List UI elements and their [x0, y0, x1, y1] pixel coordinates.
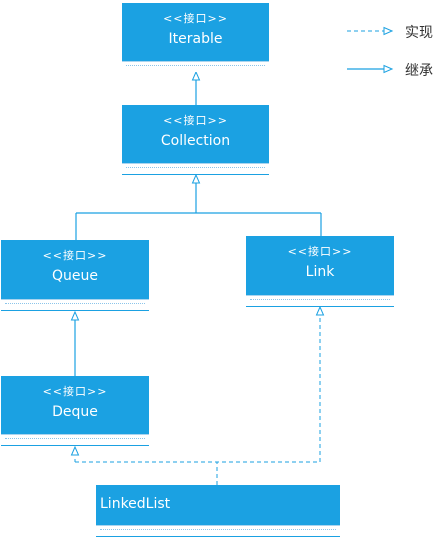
collection-name: Collection [160, 133, 231, 149]
deque-name: Deque [52, 404, 98, 420]
arrow-head-link [315, 305, 325, 316]
queue-name: Queue [52, 268, 98, 284]
arrow-head-iterable [191, 70, 201, 81]
link-name: Link [305, 264, 335, 280]
collection-members-compartment [122, 163, 269, 174]
linkedlist-members-compartment [96, 525, 340, 536]
collection-stereotype: <<接口>> [163, 114, 228, 127]
iterable-node: <<接口>> Iterable [122, 3, 269, 72]
iterable-name: Iterable [168, 31, 223, 47]
deque-members-compartment [1, 434, 149, 445]
queue-node: <<接口>> Queue [1, 240, 149, 311]
link-stereotype: <<接口>> [287, 245, 353, 258]
arrow-head-deque [70, 445, 80, 456]
legend-inheritance-arrow [383, 64, 394, 74]
link-node: <<接口>> Link [246, 236, 394, 307]
linkedlist-node: LinkedList [96, 485, 340, 537]
iterable-members-compartment [122, 61, 269, 72]
queue-stereotype: <<接口>> [42, 249, 108, 262]
collection-node: <<接口>> Collection [122, 105, 269, 175]
arrow-head-collection [191, 173, 201, 184]
deque-node: <<接口>> Deque [1, 376, 149, 446]
legend-realization-arrow [383, 26, 394, 36]
arrow-head-queue [70, 310, 80, 321]
linkedlist-name: LinkedList [100, 496, 171, 512]
queue-members-compartment [1, 299, 149, 310]
iterable-stereotype: <<接口>> [163, 12, 228, 25]
link-members-compartment [246, 295, 394, 306]
deque-stereotype: <<接口>> [42, 385, 108, 398]
legend-inheritance-label: 继承 [405, 63, 433, 79]
class-diagram: <<接口>> Iterable <<接口>> Collection <<接口>>… [0, 0, 447, 539]
legend-realization-label: 实现 [405, 25, 433, 41]
